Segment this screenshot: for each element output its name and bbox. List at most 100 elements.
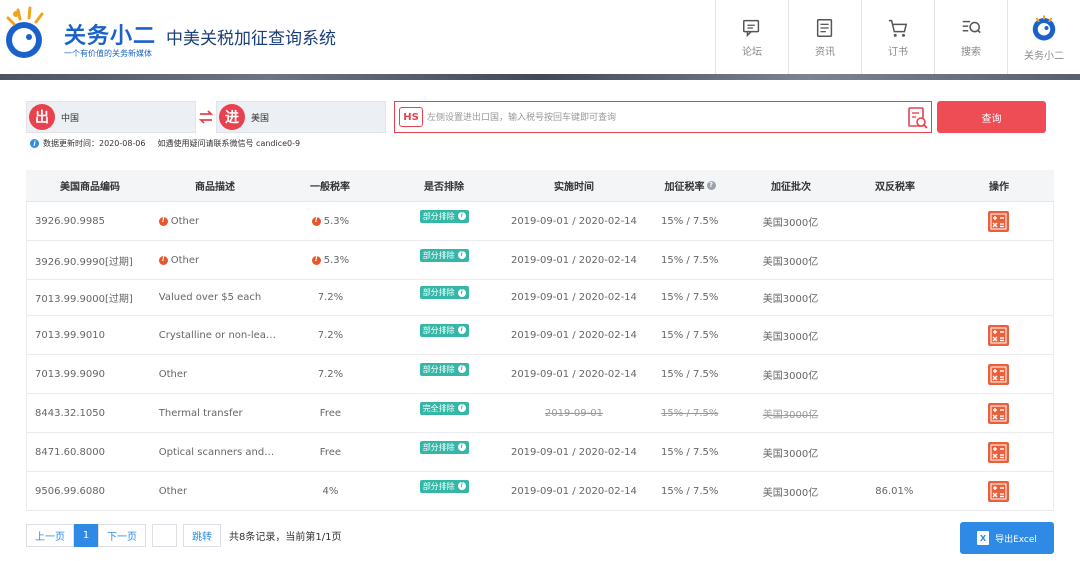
hs-code: 3926.90.9985 xyxy=(35,215,105,227)
batch-cell: 美国3000亿 xyxy=(736,472,846,510)
exclusion-text: 部分排除 xyxy=(422,250,455,260)
col-header-antidumping: 双反税率 xyxy=(875,182,915,193)
swap-arrows-icon[interactable] xyxy=(198,108,214,126)
tariff-batch: 美国3000亿 xyxy=(762,217,819,229)
help-icon[interactable]: ? xyxy=(706,181,716,190)
news-icon xyxy=(816,18,833,37)
import-badge: 进 xyxy=(219,104,245,130)
hs-search-input[interactable] xyxy=(427,108,897,128)
exclusion-tag[interactable]: 部分排除 i xyxy=(419,248,469,262)
antidumping-cell xyxy=(845,202,943,240)
added-rate: 15% / 7.5% xyxy=(661,485,719,497)
antidumping-rate: 86.01% xyxy=(875,485,914,497)
tariff-batch: 美国3000亿 xyxy=(762,294,819,305)
added-rate: 15% / 7.5% xyxy=(661,368,719,380)
hs-code: 7013.99.9090 xyxy=(35,368,105,380)
general-rate: Free xyxy=(319,446,342,458)
antidumping-cell xyxy=(845,355,943,393)
next-page-button[interactable]: 下一页 xyxy=(98,524,146,547)
table-row: 3926.90.9985 Other 5.3% 部分排除i 2019-09-01 / 2… xyxy=(26,202,1054,241)
exclusion-tag[interactable]: 部分排除 i xyxy=(419,323,469,337)
query-button[interactable]: 查询 xyxy=(937,101,1046,133)
hs-code-cell: 3926.90.9990[过期] xyxy=(27,241,155,279)
search-icon xyxy=(962,20,981,33)
nav-forum[interactable]: 论坛 xyxy=(715,0,788,74)
hs-code: 7013.99.9010 xyxy=(35,329,105,341)
hs-code-cell: 7013.99.9010 xyxy=(27,316,155,354)
info-line: i 数据更新时间：2020-08-06 如遇使用疑问请联系微信号 candice… xyxy=(30,138,300,149)
description-cell: Optical scanners and… xyxy=(155,433,277,471)
table-row: 3926.90.9990[过期] Other 5.3% 部分排除i 2019-09-01… xyxy=(26,241,1054,280)
added-rate-label: 加征税率 xyxy=(664,182,705,193)
exclusion-cell: 部分排除 i xyxy=(384,316,504,354)
general-rate-cell: 7.2% xyxy=(277,280,385,315)
description-text: Optical scanners and… xyxy=(158,446,275,458)
col-header-exclusion: 是否排除 xyxy=(424,182,464,193)
jump-button[interactable]: 跳转 xyxy=(183,524,221,547)
date-cell: 2019-09-01 / 2020-02-14 xyxy=(504,316,644,354)
added-rate-cell: 15% / 7.5% xyxy=(644,355,736,393)
import-country-value: 美国 xyxy=(251,114,270,124)
exclusion-tag[interactable]: 完全排除 i xyxy=(419,401,469,415)
export-excel-button[interactable]: X 导出Excel xyxy=(960,522,1054,554)
batch-cell: 美国3000亿 xyxy=(736,241,846,279)
hs-code-cell: 8443.32.1050 xyxy=(27,394,155,432)
general-rate: 4% xyxy=(322,485,339,497)
exclusion-tag[interactable]: 部分排除 i xyxy=(419,440,469,454)
exclusion-text: 部分排除 xyxy=(422,288,455,297)
date-cell: 2019-09-01 / 2020-02-14 xyxy=(504,280,644,315)
nav-search[interactable]: 搜索 xyxy=(934,0,1007,74)
description-cell: Thermal transfer xyxy=(155,394,277,432)
import-country-select[interactable]: 进 美国 xyxy=(216,101,386,133)
tariff-batch: 美国3000亿 xyxy=(762,331,819,343)
calculator-icon[interactable] xyxy=(987,402,1009,424)
exclusion-tag[interactable]: 部分排除 i xyxy=(419,479,469,493)
page-number-input[interactable] xyxy=(152,524,177,547)
effective-date: 2019-09-01 / 2020-02-14 xyxy=(510,446,637,458)
exclusion-tag[interactable]: 部分排除 i xyxy=(419,209,469,223)
action-cell xyxy=(943,241,1053,279)
exclusion-tag[interactable]: 部分排除 i xyxy=(419,362,469,376)
calculator-icon[interactable] xyxy=(987,363,1009,385)
description-cell: Other xyxy=(155,202,277,240)
nav-profile[interactable]: 关务小二 xyxy=(1007,0,1080,74)
exclusion-cell: 部分排除 i xyxy=(384,202,504,240)
calculator-icon[interactable] xyxy=(987,324,1009,346)
tariff-batch: 美国3000亿 xyxy=(762,448,819,460)
nav-book-order[interactable]: 订书 xyxy=(861,0,934,74)
page-1-button[interactable]: 1 xyxy=(74,524,98,547)
col-header-date: 实施时间 xyxy=(554,182,594,193)
exclusion-text: 部分排除 xyxy=(422,325,455,335)
general-rate: 7.2% xyxy=(317,368,344,380)
calculator-icon[interactable] xyxy=(987,210,1009,232)
calculator-icon[interactable] xyxy=(987,480,1009,502)
prev-page-button[interactable]: 上一页 xyxy=(26,524,74,547)
description-cell: Other xyxy=(155,355,277,393)
date-cell: 2019-09-01 xyxy=(504,394,644,432)
date-cell: 2019-09-01 / 2020-02-14 xyxy=(504,355,644,393)
added-rate: 15% / 7.5% xyxy=(661,215,719,227)
date-cell: 2019-09-01 / 2020-02-14 xyxy=(504,241,644,279)
added-rate: 15% / 7.5% xyxy=(661,292,719,303)
description-cell: Other xyxy=(155,472,277,510)
effective-date: 2019-09-01 / 2020-02-14 xyxy=(510,215,637,227)
exclusion-cell: 部分排除 i xyxy=(384,280,504,315)
exclusion-cell: 部分排除 i xyxy=(384,241,504,279)
col-header-action: 操作 xyxy=(989,182,1009,193)
warning-icon xyxy=(311,216,321,226)
data-updated-text: 数据更新时间：2020-08-06 xyxy=(43,139,146,148)
hs-icon: HS xyxy=(399,107,423,127)
contact-text: 如遇使用疑问请联系微信号 candice0-9 xyxy=(157,139,301,148)
description-text: Thermal transfer xyxy=(158,407,243,419)
action-cell xyxy=(943,394,1053,432)
batch-cell: 美国3000亿 xyxy=(736,355,846,393)
exclusion-tag[interactable]: 部分排除 i xyxy=(419,286,469,299)
calculator-icon[interactable] xyxy=(987,441,1009,463)
document-search-icon[interactable] xyxy=(907,106,929,130)
info-icon: i xyxy=(457,443,466,451)
effective-date: 2019-09-01 / 2020-02-14 xyxy=(510,329,637,341)
exclusion-cell: 部分排除 i xyxy=(384,472,504,510)
exclusion-text: 部分排除 xyxy=(422,211,455,221)
nav-news[interactable]: 资讯 xyxy=(788,0,861,74)
export-country-select[interactable]: 出 中国 xyxy=(26,101,196,133)
